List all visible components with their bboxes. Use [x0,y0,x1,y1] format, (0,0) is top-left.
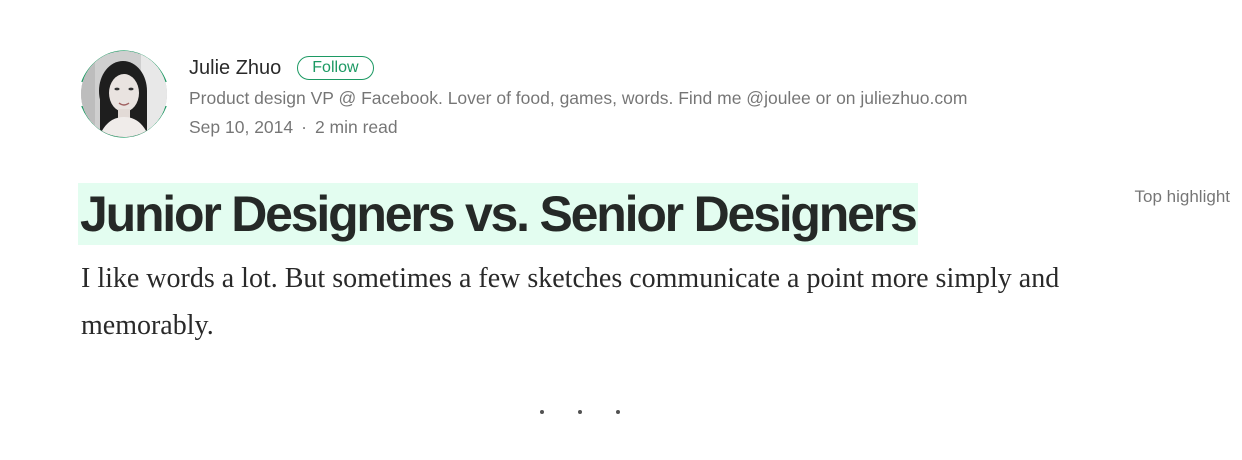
read-time: 2 min read [314,117,398,137]
author-avatar-link[interactable] [76,42,172,146]
avatar-photo-icon [81,51,167,137]
divider-dot [540,410,544,414]
author-name-row: Julie Zhuo Follow [189,52,967,84]
publish-date-link[interactable]: Sep 10, 2014 [189,117,293,138]
author-bio: Product design VP @ Facebook. Lover of f… [189,88,968,108]
follow-button[interactable]: Follow [297,56,374,80]
post-meta: Sep 10, 2014 · 2 min read [189,117,967,138]
top-highlight-label[interactable]: Top highlight [1135,187,1230,207]
author-name-link[interactable]: Julie Zhuo [189,57,281,80]
avatar [81,51,167,137]
divider-dot [578,410,582,414]
author-meta: Julie Zhuo Follow Product design VP @ Fa… [189,52,967,138]
divider-dot [616,410,620,414]
author-header: Julie Zhuo Follow Product design VP @ Fa… [76,42,1076,152]
article-intro-paragraph: I like words a lot. But sometimes a few … [81,263,1060,341]
meta-separator: · [301,117,307,137]
section-divider-dots-icon [535,402,625,422]
article-title[interactable]: Junior Designers vs. Senior Designers [78,183,918,245]
